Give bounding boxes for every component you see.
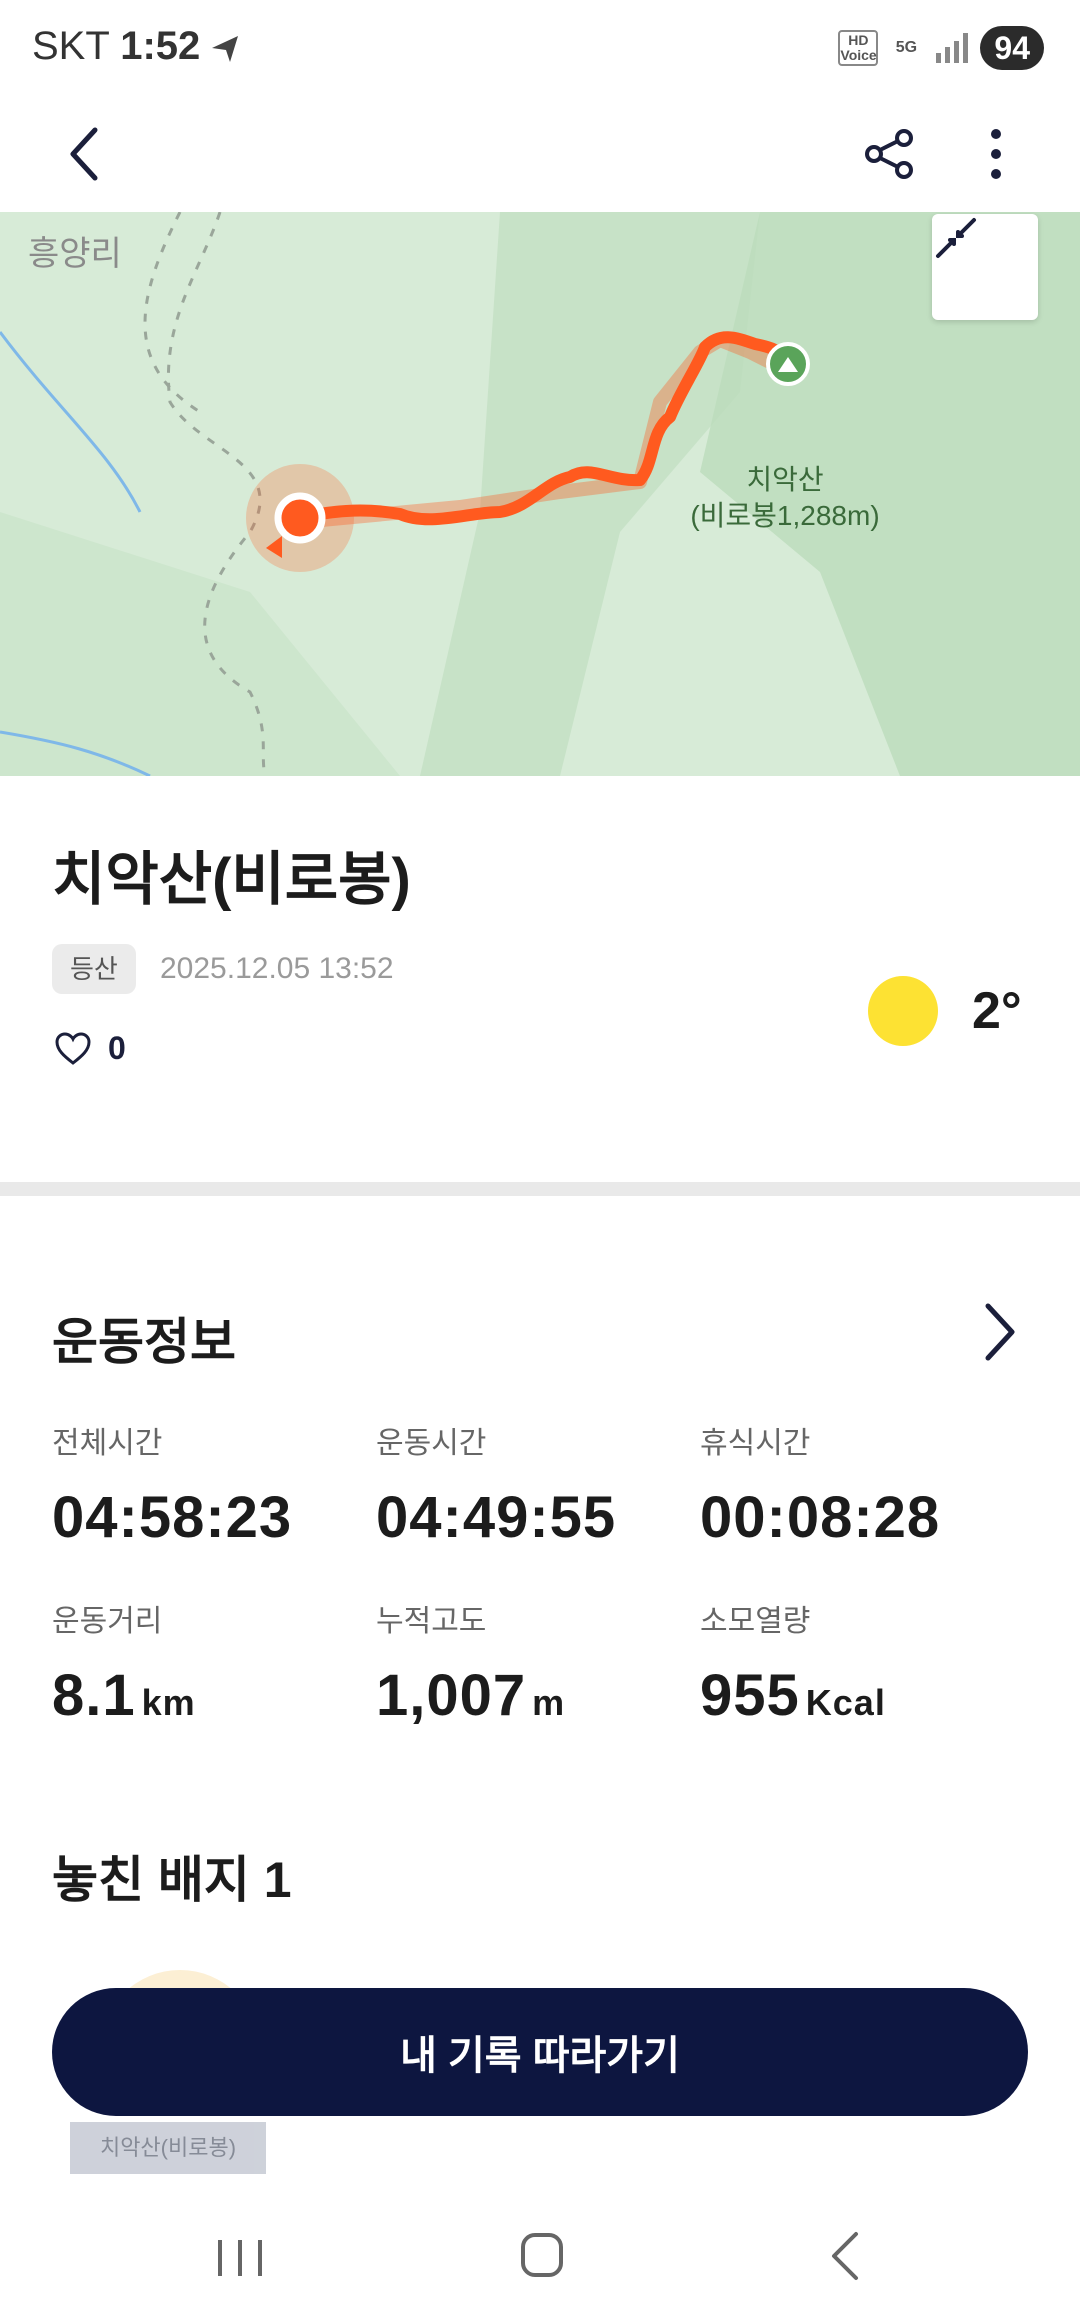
home-icon[interactable] [520, 2232, 564, 2278]
stat-label: 소모열량 [700, 1605, 811, 1638]
stat-value: 1,007 m [376, 1663, 566, 1728]
status-carrier-time: SKT 1:52 [32, 24, 200, 69]
category-badge: 등산 [52, 944, 136, 994]
route-map[interactable]: 흥양리 치악산 (비로봉1,288m) [0, 212, 1080, 776]
stat-value: 8.1 km [52, 1663, 196, 1728]
stat-label: 누적고도 [376, 1605, 487, 1638]
like-button[interactable]: 0 [54, 1030, 126, 1067]
exercise-info-title: 운동정보 [52, 1314, 236, 1370]
temperature: 2° [972, 982, 1022, 1040]
missed-badges-title: 놓친 배지 1 [52, 1852, 292, 1908]
stat-label: 운동시간 [376, 1427, 487, 1460]
stat-elevation: 누적고도 1,007 m [376, 1596, 696, 1729]
stat-value: 00:08:28 [700, 1485, 941, 1550]
battery-indicator: 94 [980, 26, 1044, 70]
map-expand-button[interactable] [932, 214, 1038, 320]
system-nav-bar [0, 2196, 1080, 2316]
follow-my-record-button[interactable]: 내 기록 따라가기 [52, 1988, 1028, 2116]
like-count: 0 [108, 1030, 126, 1066]
app-bar [0, 96, 1080, 212]
hd-voice-icon: HD Voice [838, 30, 879, 66]
stat-value: 04:49:55 [376, 1485, 617, 1550]
map-place-label: 흥양리 [28, 235, 122, 273]
network-5g-icon: 5G [895, 39, 918, 56]
activity-title: 치악산(비로봉) [52, 847, 411, 912]
stat-unit: km [141, 1682, 196, 1723]
back-nav-icon[interactable] [826, 2230, 866, 2282]
stat-total-time: 전체시간 04:58:23 [52, 1418, 372, 1551]
stat-value: 955 Kcal [700, 1663, 886, 1728]
sun-icon [868, 976, 938, 1046]
stat-rest-time: 휴식시간 00:08:28 [700, 1418, 1020, 1551]
stat-value: 04:58:23 [52, 1485, 293, 1550]
chevron-left-icon [70, 127, 98, 181]
section-divider [0, 1182, 1080, 1196]
stat-label: 휴식시간 [700, 1427, 811, 1460]
start-marker [274, 492, 326, 544]
status-icons: HD Voice 5G 94 [838, 26, 1044, 70]
stat-unit: m [532, 1682, 566, 1723]
chevron-right-icon[interactable] [976, 1300, 1026, 1364]
more-options-button[interactable] [966, 118, 1026, 190]
peak-elevation: (비로봉1,288m) [690, 500, 880, 531]
badge-name: 치악산(비로봉) [70, 2122, 266, 2174]
status-bar: SKT 1:52 HD Voice 5G 94 [0, 0, 1080, 96]
carrier-label: SKT [32, 24, 110, 68]
peak-label: 치악산 (비로봉1,288m) [680, 462, 890, 534]
stat-unit: Kcal [805, 1682, 886, 1723]
stat-label: 운동거리 [52, 1605, 163, 1638]
weather-info: 2° [868, 976, 1022, 1046]
stat-exercise-time: 운동시간 04:49:55 [376, 1418, 696, 1551]
navigation-status-icon [212, 36, 238, 62]
signal-icon [936, 33, 969, 63]
share-button[interactable] [858, 118, 922, 190]
back-button[interactable] [52, 114, 116, 194]
share-icon [865, 129, 913, 179]
collapse-arrows-icon [936, 218, 976, 258]
stat-label: 전체시간 [52, 1427, 163, 1460]
peak-name: 치악산 [746, 464, 824, 495]
heart-icon [55, 1031, 91, 1065]
clock: 1:52 [120, 24, 201, 68]
recent-apps-icon[interactable] [212, 2236, 268, 2280]
map-terrain [0, 212, 1080, 776]
stat-distance: 운동거리 8.1 km [52, 1596, 372, 1729]
activity-datetime: 2025.12.05 13:52 [160, 952, 394, 985]
stat-calories: 소모열량 955 Kcal [700, 1596, 1020, 1729]
more-vertical-icon [991, 129, 1001, 179]
